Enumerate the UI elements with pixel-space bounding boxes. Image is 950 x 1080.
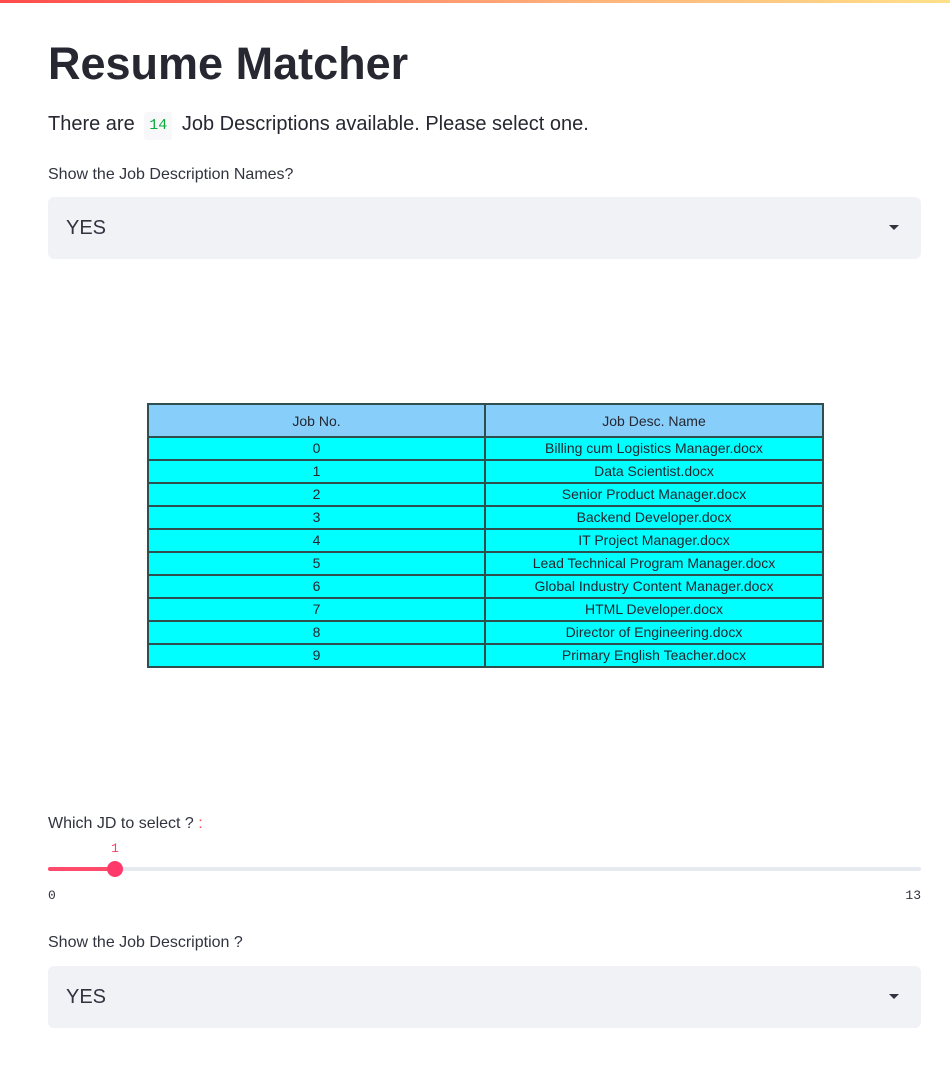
table-row: 9 Primary English Teacher.docx [147, 643, 824, 668]
show-names-selected-value: YES [66, 217, 107, 239]
table-cell-job-desc-name: Global Industry Content Manager.docx [484, 574, 824, 599]
show-description-select[interactable]: YES [48, 966, 921, 1028]
table-cell-job-no: 4 [147, 528, 486, 553]
table-cell-job-no: 8 [147, 620, 486, 645]
show-description-selected-value: YES [66, 986, 107, 1008]
table-cell-job-no: 3 [147, 505, 486, 530]
show-names-select[interactable]: YES [48, 197, 921, 259]
table-cell-job-desc-name: Billing cum Logistics Manager.docx [484, 436, 824, 461]
table-row: 4 IT Project Manager.docx [147, 528, 824, 553]
table-cell-job-no: 0 [147, 436, 486, 461]
table-header-row: Job No. Job Desc. Name [147, 403, 824, 438]
jd-slider-thumb[interactable] [107, 861, 123, 877]
jd-table: Job No. Job Desc. Name 0 Billing cum Logi… [147, 403, 824, 668]
table-body: 0 Billing cum Logistics Manager.docx 1 Data… [147, 436, 824, 668]
table-row: 5 Lead Technical Program Manager.docx [147, 551, 824, 576]
table-cell-job-desc-name: Backend Developer.docx [484, 505, 824, 530]
jd-slider-track[interactable] [48, 861, 921, 877]
jd-slider-min: 0 [48, 888, 56, 903]
chevron-down-icon [889, 994, 899, 999]
table-cell-job-desc-name: IT Project Manager.docx [484, 528, 824, 553]
column-header-job-no: Job No. [147, 403, 486, 438]
table-cell-job-no: 7 [147, 597, 486, 622]
jd-slider-label-suffix: : [193, 815, 203, 832]
top-decoration-bar [0, 0, 950, 3]
table-cell-job-desc-name: Director of Engineering.docx [484, 620, 824, 645]
table-cell-job-no: 2 [147, 482, 486, 507]
table-cell-job-no: 9 [147, 643, 486, 668]
show-names-label: Show the Job Description Names? [48, 166, 294, 183]
jd-slider-label: Which JD to select ? : [48, 814, 203, 834]
table-cell-job-desc-name: Senior Product Manager.docx [484, 482, 824, 507]
table-row: 0 Billing cum Logistics Manager.docx [147, 436, 824, 461]
table-cell-job-desc-name: Primary English Teacher.docx [484, 643, 824, 668]
intro-text: There are 14 Job Descriptions available.… [48, 111, 589, 140]
table-row: 1 Data Scientist.docx [147, 459, 824, 484]
table-row: 7 HTML Developer.docx [147, 597, 824, 622]
table-cell-job-desc-name: HTML Developer.docx [484, 597, 824, 622]
jd-slider-max: 13 [905, 888, 921, 903]
jd-slider-fill [48, 867, 115, 871]
table-cell-job-no: 1 [147, 459, 486, 484]
jd-count-badge: 14 [144, 112, 173, 140]
jd-slider-current-value: 1 [111, 841, 119, 856]
jd-table-container[interactable]: Job No. Job Desc. Name 0 Billing cum Logi… [147, 403, 824, 679]
table-row: 2 Senior Product Manager.docx [147, 482, 824, 507]
table-cell-job-no: 5 [147, 551, 486, 576]
table-row: 8 Director of Engineering.docx [147, 620, 824, 645]
table-cell-job-desc-name: Data Scientist.docx [484, 459, 824, 484]
intro-text-after: Job Descriptions available. Please selec… [181, 113, 589, 135]
intro-text-before: There are [48, 113, 135, 135]
chevron-down-icon [889, 225, 899, 230]
table-cell-job-desc-name: Lead Technical Program Manager.docx [484, 551, 824, 576]
column-header-job-desc-name: Job Desc. Name [484, 403, 824, 438]
page-title: Resume Matcher [48, 38, 409, 89]
table-row: 3 Backend Developer.docx [147, 505, 824, 530]
jd-slider-label-text: Which JD to select ? [48, 815, 194, 832]
table-row: 6 Global Industry Content Manager.docx [147, 574, 824, 599]
show-description-label: Show the Job Description ? [48, 934, 243, 951]
table-cell-job-no: 6 [147, 574, 486, 599]
